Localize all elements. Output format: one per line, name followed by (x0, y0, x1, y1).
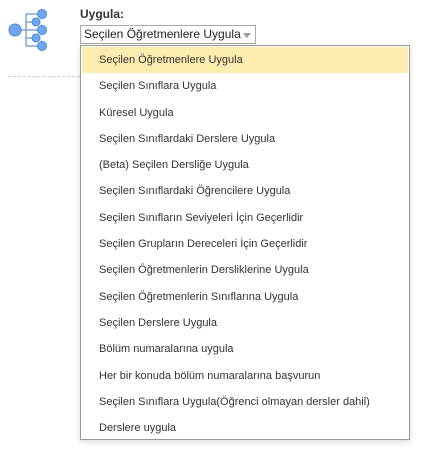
apply-label: Uygula: (80, 7, 125, 21)
dropdown-option-section-numbers[interactable]: Bölüm numaralarına uygula (81, 336, 409, 362)
apply-scope-panel: Uygula: Seçilen Öğretmenlere Uygula Seçi… (0, 0, 425, 452)
dropdown-option-classes[interactable]: Seçilen Sınıflara Uygula (81, 73, 409, 99)
apply-scope-selected-value: Seçilen Öğretmenlere Uygula (84, 27, 241, 41)
dropdown-option-classes-incl-non-student[interactable]: Seçilen Sınıflara Uygula(Öğrenci olmayan… (81, 389, 409, 415)
dropdown-option-lessons[interactable]: Derslere uygula (81, 415, 409, 441)
chevron-down-icon[interactable] (243, 33, 251, 38)
dropdown-option-teachers[interactable]: Seçilen Öğretmenlere Uygula (82, 47, 408, 74)
dropdown-option-section-numbers-each-topic[interactable]: Her bir konuda bölüm numaralarına başvur… (81, 363, 409, 389)
dropdown-option-teacher-classrooms[interactable]: Seçilen Öğretmenlerin Dersliklerine Uygu… (81, 257, 409, 283)
apply-scope-select[interactable]: Seçilen Öğretmenlere Uygula (80, 25, 256, 44)
section-divider (8, 76, 80, 77)
dropdown-option-classroom-beta[interactable]: (Beta) Seçilen Dersliğe Uygula (81, 152, 409, 178)
dropdown-option-group-grades[interactable]: Seçilen Grupların Dereceleri İçin Geçerl… (81, 231, 409, 257)
dropdown-option-class-students[interactable]: Seçilen Sınıflardaki Öğrencilere Uygula (81, 178, 409, 204)
dropdown-option-class-levels[interactable]: Seçilen Sınıfların Seviyeleri İçin Geçer… (81, 205, 409, 231)
dropdown-option-teacher-classes[interactable]: Seçilen Öğretmenlerin Sınıflarına Uygula (81, 284, 409, 310)
hierarchy-tree-icon (8, 9, 47, 51)
dropdown-option-subjects[interactable]: Seçilen Derslere Uygula (81, 310, 409, 336)
dropdown-option-global[interactable]: Küresel Uygula (81, 100, 409, 126)
apply-scope-dropdown: Seçilen Öğretmenlere Uygula Seçilen Sını… (80, 45, 410, 440)
dropdown-option-class-subjects[interactable]: Seçilen Sınıflardaki Derslere Uygula (81, 126, 409, 152)
